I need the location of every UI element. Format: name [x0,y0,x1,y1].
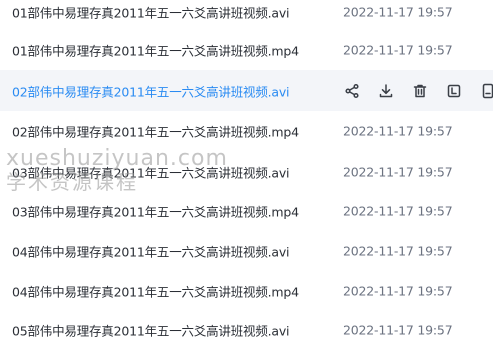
file-row-hovered[interactable]: 02部伟中易理存真2011年五一六爻高讲班视频.avi [0,70,493,111]
file-date: 2022-11-17 19:57 [343,322,453,337]
file-row[interactable]: 03部伟中易理存真2011年五一六爻高讲班视频.mp4 2022-11-17 1… [0,190,493,231]
row-actions [341,70,493,111]
file-name[interactable]: 01部伟中易理存真2011年五一六爻高讲班视频.avi [12,2,290,21]
file-name[interactable]: 02部伟中易理存真2011年五一六爻高讲班视频.avi [12,81,290,100]
file-name[interactable]: 01部伟中易理存真2011年五一六爻高讲班视频.mp4 [12,40,299,59]
rename-icon[interactable] [445,82,463,100]
file-date: 2022-11-17 19:57 [343,123,453,138]
file-row[interactable]: 04部伟中易理存真2011年五一六爻高讲班视频.mp4 2022-11-17 1… [0,270,493,311]
file-row[interactable]: 03部伟中易理存真2011年五一六爻高讲班视频.avi 2022-11-17 1… [0,151,493,192]
file-row[interactable]: 02部伟中易理存真2011年五一六爻高讲班视频.mp4 2022-11-17 1… [0,110,493,151]
file-name[interactable]: 05部伟中易理存真2011年五一六爻高讲班视频.avi [12,320,290,339]
file-date: 2022-11-17 19:57 [343,203,453,218]
file-list: 01部伟中易理存真2011年五一六爻高讲班视频.avi 2022-11-17 1… [0,0,493,345]
file-row[interactable]: 04部伟中易理存真2011年五一六爻高讲班视频.avi 2022-11-17 1… [0,230,493,271]
more-icon[interactable] [479,82,493,100]
file-date: 2022-11-17 19:57 [343,4,453,19]
file-date: 2022-11-17 19:57 [343,243,453,258]
file-name[interactable]: 03部伟中易理存真2011年五一六爻高讲班视频.mp4 [12,201,299,220]
file-date: 2022-11-17 19:57 [343,164,453,179]
file-name[interactable]: 04部伟中易理存真2011年五一六爻高讲班视频.mp4 [12,281,299,300]
download-icon[interactable] [377,82,395,100]
file-name[interactable]: 04部伟中易理存真2011年五一六爻高讲班视频.avi [12,241,290,260]
delete-icon[interactable] [411,82,429,100]
file-row[interactable]: 05部伟中易理存真2011年五一六爻高讲班视频.avi 2022-11-17 1… [0,309,493,345]
file-date: 2022-11-17 19:57 [343,283,453,298]
file-name[interactable]: 03部伟中易理存真2011年五一六爻高讲班视频.avi [12,162,290,181]
file-date: 2022-11-17 19:57 [343,42,453,57]
file-row[interactable]: 01部伟中易理存真2011年五一六爻高讲班视频.mp4 2022-11-17 1… [0,29,493,70]
file-name[interactable]: 02部伟中易理存真2011年五一六爻高讲班视频.mp4 [12,121,299,140]
share-icon[interactable] [343,82,361,100]
file-row[interactable]: 01部伟中易理存真2011年五一六爻高讲班视频.avi 2022-11-17 1… [0,0,493,32]
